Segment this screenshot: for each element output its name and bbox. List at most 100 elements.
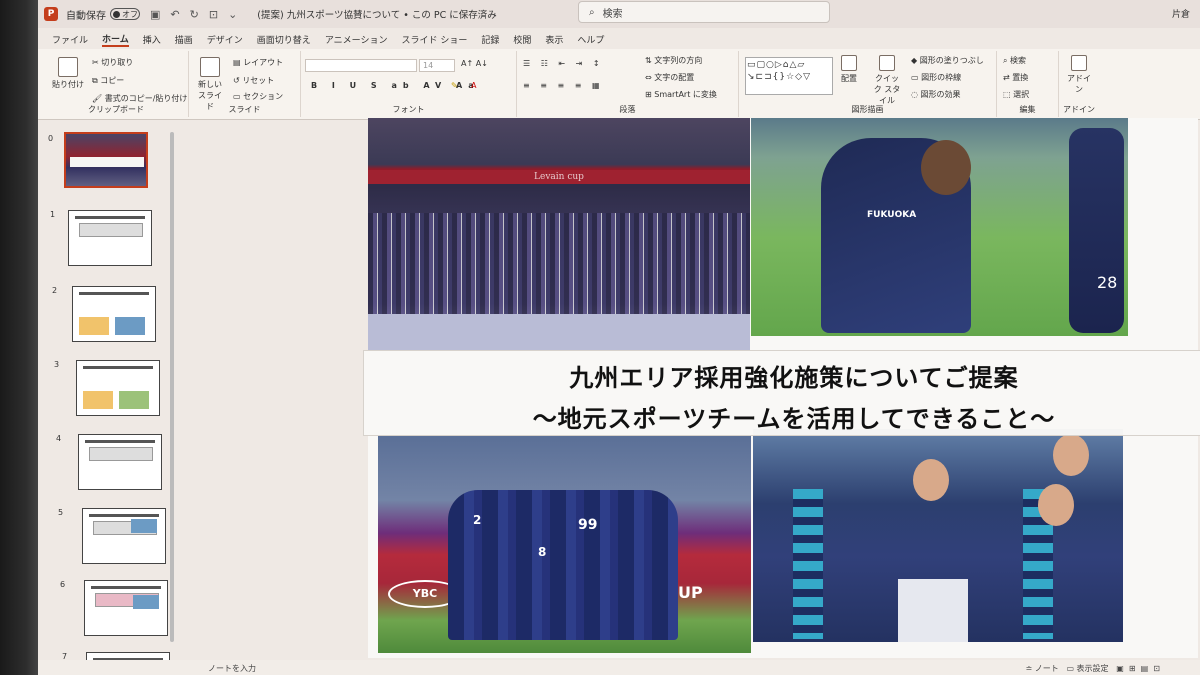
shapes-gallery[interactable]: ▭▢○▷⌂△▱ ↘⊏⊐{}☆◇▽ xyxy=(745,57,833,95)
align-text-button[interactable]: ⇔ 文字の配置 xyxy=(645,72,694,83)
thumb-box xyxy=(119,391,149,409)
slide-thumbnail-5[interactable] xyxy=(82,508,166,564)
thumb-box xyxy=(131,519,157,533)
tab-review[interactable]: 校閲 xyxy=(513,33,531,46)
jersey-number-text: 28 xyxy=(1097,273,1118,292)
display-settings-button[interactable]: ▭ 表示設定 xyxy=(1066,664,1108,673)
highlight-icon[interactable]: ✎ xyxy=(451,81,458,90)
editing-label: 編集 xyxy=(1019,105,1036,114)
addins-button[interactable]: アドイン xyxy=(1067,55,1091,95)
text-direction-button[interactable]: ⇅ 文字列の方向 xyxy=(645,55,702,66)
stadium-banner-text: Levain cup xyxy=(368,170,750,184)
shape-effects-button[interactable]: ◌ 図形の効果 xyxy=(911,89,961,100)
replace-button[interactable]: ⇄ 置換 xyxy=(1003,72,1028,83)
slides-group: 新しい スライド ▤ レイアウト ↺ リセット ▭ セクション スライド xyxy=(189,51,301,117)
huddle-players xyxy=(448,490,678,640)
layout-button[interactable]: ▤ レイアウト xyxy=(233,57,283,68)
thumb-box xyxy=(79,223,143,237)
drawing-label: 図形描画 xyxy=(851,105,884,114)
jersey-number-text: 2 xyxy=(473,513,482,527)
editing-group: ⌕ 検索 ⇄ 置換 ⬚ 選択 編集 xyxy=(997,51,1059,117)
search-box[interactable]: ⌕ 検索 xyxy=(578,1,830,23)
tab-record[interactable]: 記録 xyxy=(481,33,499,46)
powerpoint-logo-icon: P xyxy=(44,7,58,21)
thumb-box xyxy=(79,317,109,335)
tab-animations[interactable]: アニメーション xyxy=(325,33,388,46)
reading-view-icon[interactable]: ▤ xyxy=(1141,664,1149,673)
slide-canvas[interactable]: Levain cup FUKUOKA 28 YBC UP 2 99 8 九州エリ… xyxy=(363,118,1200,658)
redo-icon[interactable]: ↻ xyxy=(190,8,199,21)
clipboard-label: クリップボード xyxy=(88,105,144,114)
autosave-toggle[interactable]: オフ xyxy=(110,8,140,20)
slide-title: 九州エリア採用強化施策についてご提案 xyxy=(569,364,1019,392)
font-color-icon[interactable]: A xyxy=(471,81,476,90)
teammate-figure xyxy=(1069,128,1124,333)
font-family-dropdown[interactable] xyxy=(305,59,417,72)
customize-quick-access-icon[interactable]: ⌄ xyxy=(228,8,237,21)
cut-button[interactable]: ✂ 切り取り xyxy=(92,57,133,68)
addins-group: アドイン アドイン xyxy=(1059,51,1099,117)
find-button[interactable]: ⌕ 検索 xyxy=(1003,55,1026,66)
thumb-line xyxy=(75,216,145,219)
copy-button[interactable]: ⧉ コピー xyxy=(92,75,124,86)
tab-home[interactable]: ホーム xyxy=(102,32,129,47)
player-head xyxy=(921,140,971,195)
smartart-button[interactable]: ⊞ SmartArt に変換 xyxy=(645,89,717,100)
select-button[interactable]: ⬚ 選択 xyxy=(1003,89,1029,100)
title-bar: P 自動保存 オフ ▣ ↶ ↻ ⊡ ⌄ (提案) 九州スポーツ協賛について • … xyxy=(38,0,1200,28)
thumbnail-number: 2 xyxy=(52,286,58,295)
save-icon[interactable]: ▣ xyxy=(150,8,160,21)
addins-label: アドイン xyxy=(1063,105,1095,114)
team-huddle-photo: YBC UP 2 99 8 xyxy=(378,435,751,653)
present-icon[interactable]: ⊡ xyxy=(209,8,218,21)
thumb-line xyxy=(83,366,153,369)
new-slide-icon xyxy=(200,57,220,77)
tab-transitions[interactable]: 画面切り替え xyxy=(257,33,311,46)
tab-draw[interactable]: 描画 xyxy=(175,33,193,46)
slide-thumbnail-4[interactable] xyxy=(78,434,162,490)
section-button[interactable]: ▭ セクション xyxy=(233,91,283,102)
notes-button[interactable]: ≐ ノート xyxy=(1026,664,1059,673)
player-bowing-photo: FUKUOKA 28 xyxy=(751,118,1128,336)
font-size-dropdown[interactable]: 14 xyxy=(419,59,455,72)
list-buttons[interactable]: ☰ ☷ ⇤ ⇥ ↕ xyxy=(523,59,604,68)
crying-fans-photo xyxy=(753,429,1123,642)
thumb-box xyxy=(133,595,159,609)
tab-design[interactable]: デザイン xyxy=(207,33,243,46)
tab-help[interactable]: ヘルプ xyxy=(577,33,604,46)
paste-button[interactable]: 貼り付け xyxy=(52,57,84,90)
fan-face xyxy=(1038,484,1074,526)
slide-thumbnail-pane: 0 1 2 3 4 5 6 7 xyxy=(38,120,183,675)
align-buttons[interactable]: ≡ ≡ ≡ ≡ ▦ xyxy=(523,81,604,90)
thumbnail-number: 3 xyxy=(54,360,60,369)
thumbnail-scrollbar[interactable] xyxy=(170,132,174,642)
slide-subtitle: 〜地元スポーツチームを活用してできること〜 xyxy=(532,405,1056,433)
notes-input[interactable]: ノートを入力 xyxy=(208,663,256,674)
slide-thumbnail-0[interactable] xyxy=(64,132,148,188)
reset-button[interactable]: ↺ リセット xyxy=(233,75,274,86)
normal-view-icon[interactable]: ▣ xyxy=(1116,664,1124,673)
thumbnail-title xyxy=(70,157,144,167)
grow-font-icon[interactable]: A↑ A↓ xyxy=(461,59,488,68)
tab-slideshow[interactable]: スライド ショー xyxy=(401,33,467,46)
slideshow-view-icon[interactable]: ⊡ xyxy=(1153,664,1160,673)
slide-title-box[interactable]: 九州エリア採用強化施策についてご提案 〜地元スポーツチームを活用してできること〜 xyxy=(363,350,1200,436)
undo-icon[interactable]: ↶ xyxy=(170,8,179,21)
slide-thumbnail-2[interactable] xyxy=(72,286,156,342)
slide-thumbnail-6[interactable] xyxy=(84,580,168,636)
tab-insert[interactable]: 挿入 xyxy=(143,33,161,46)
format-painter-button[interactable]: 🖌 書式のコピー/貼り付け xyxy=(92,93,187,104)
search-placeholder: 検索 xyxy=(602,8,623,20)
arrange-button[interactable]: 配置 xyxy=(841,55,857,84)
slide-sorter-icon[interactable]: ⊞ xyxy=(1129,664,1136,673)
tab-file[interactable]: ファイル xyxy=(52,33,88,46)
slide-thumbnail-1[interactable] xyxy=(68,210,152,266)
user-name[interactable]: 片倉 xyxy=(1172,7,1190,20)
slide-thumbnail-3[interactable] xyxy=(76,360,160,416)
shape-fill-button[interactable]: ◆ 図形の塗りつぶし xyxy=(911,55,984,66)
quick-styles-button[interactable]: クイック スタイル xyxy=(873,55,901,106)
shape-outline-button[interactable]: ▭ 図形の枠線 xyxy=(911,72,961,83)
tab-view[interactable]: 表示 xyxy=(545,33,563,46)
crowd-pattern xyxy=(368,213,750,323)
thumb-line xyxy=(91,586,161,589)
